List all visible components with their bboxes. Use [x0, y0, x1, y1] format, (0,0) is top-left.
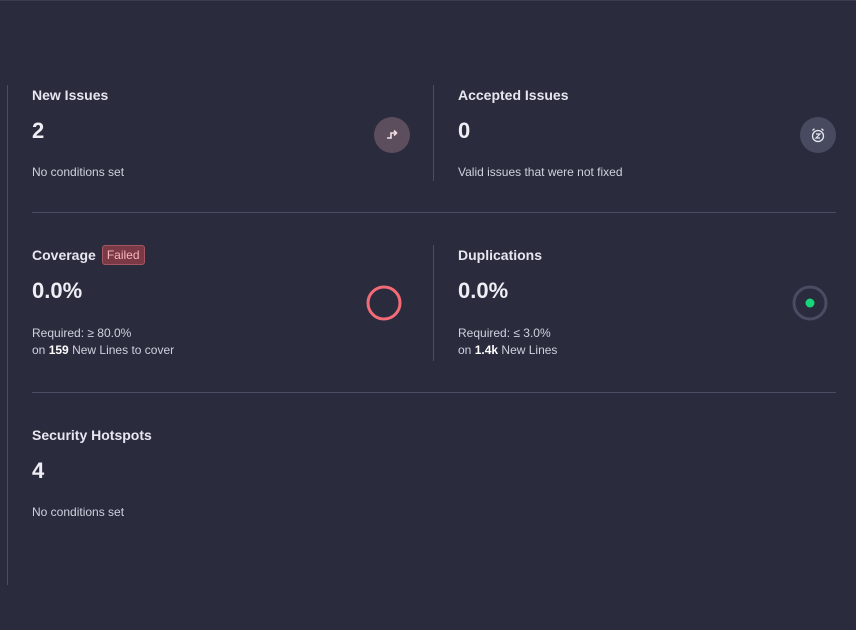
accepted-issues-desc: Valid issues that were not fixed [458, 165, 623, 179]
new-issues-value[interactable]: 2 [32, 120, 422, 142]
security-hotspots-title: Security Hotspots [32, 427, 152, 443]
coverage-required: Required: ≥ 80.0% [32, 326, 132, 340]
duplications-value[interactable]: 0.0% [458, 280, 838, 302]
left-rule [7, 85, 8, 585]
duplications-card[interactable]: Duplications 0.0% Required: ≤ 3.0% on 1.… [458, 245, 838, 359]
failed-badge: Failed [101, 245, 145, 265]
coverage-on: on [32, 343, 46, 357]
security-hotspots-card[interactable]: Security Hotspots 4 No conditions set [32, 425, 422, 521]
column-divider-2 [433, 245, 434, 361]
accepted-issues-title: Accepted Issues [458, 87, 569, 103]
new-issues-desc: No conditions set [32, 165, 125, 179]
column-divider [433, 85, 434, 181]
new-issues-title: New Issues [32, 87, 109, 103]
duplications-on: on [458, 343, 472, 357]
security-hotspots-value[interactable]: 4 [32, 460, 422, 482]
accepted-issues-card[interactable]: Accepted Issues 0 Valid issues that were… [458, 85, 838, 181]
top-divider [0, 0, 856, 1]
accepted-issues-value[interactable]: 0 [458, 120, 838, 142]
coverage-line-count: 159 [48, 343, 69, 357]
row-divider [32, 212, 836, 213]
coverage-title: Coverage [32, 247, 96, 263]
duplications-lines: on 1.4k New Lines [458, 342, 838, 359]
coverage-title-row: Coverage Failed [32, 245, 422, 265]
coverage-value[interactable]: 0.0% [32, 280, 422, 302]
snooze-clock-icon [800, 117, 836, 153]
security-hotspots-desc: No conditions set [32, 505, 125, 519]
duplications-title: Duplications [458, 247, 543, 263]
new-issues-card[interactable]: New Issues 2 No conditions set [32, 85, 422, 181]
duplications-line-suffix: New Lines [501, 343, 558, 357]
coverage-ring-icon [366, 285, 402, 326]
coverage-card[interactable]: Coverage Failed 0.0% Required: ≥ 80.0% o… [32, 245, 422, 359]
duplications-ring-icon [792, 285, 828, 326]
coverage-lines: on 159 New Lines to cover [32, 342, 422, 359]
duplications-line-count: 1.4k [474, 343, 499, 357]
coverage-line-suffix: New Lines to cover [72, 343, 175, 357]
duplications-required: Required: ≤ 3.0% [458, 326, 551, 340]
row-divider-2 [32, 392, 836, 393]
new-issues-arrow-icon [374, 117, 410, 153]
